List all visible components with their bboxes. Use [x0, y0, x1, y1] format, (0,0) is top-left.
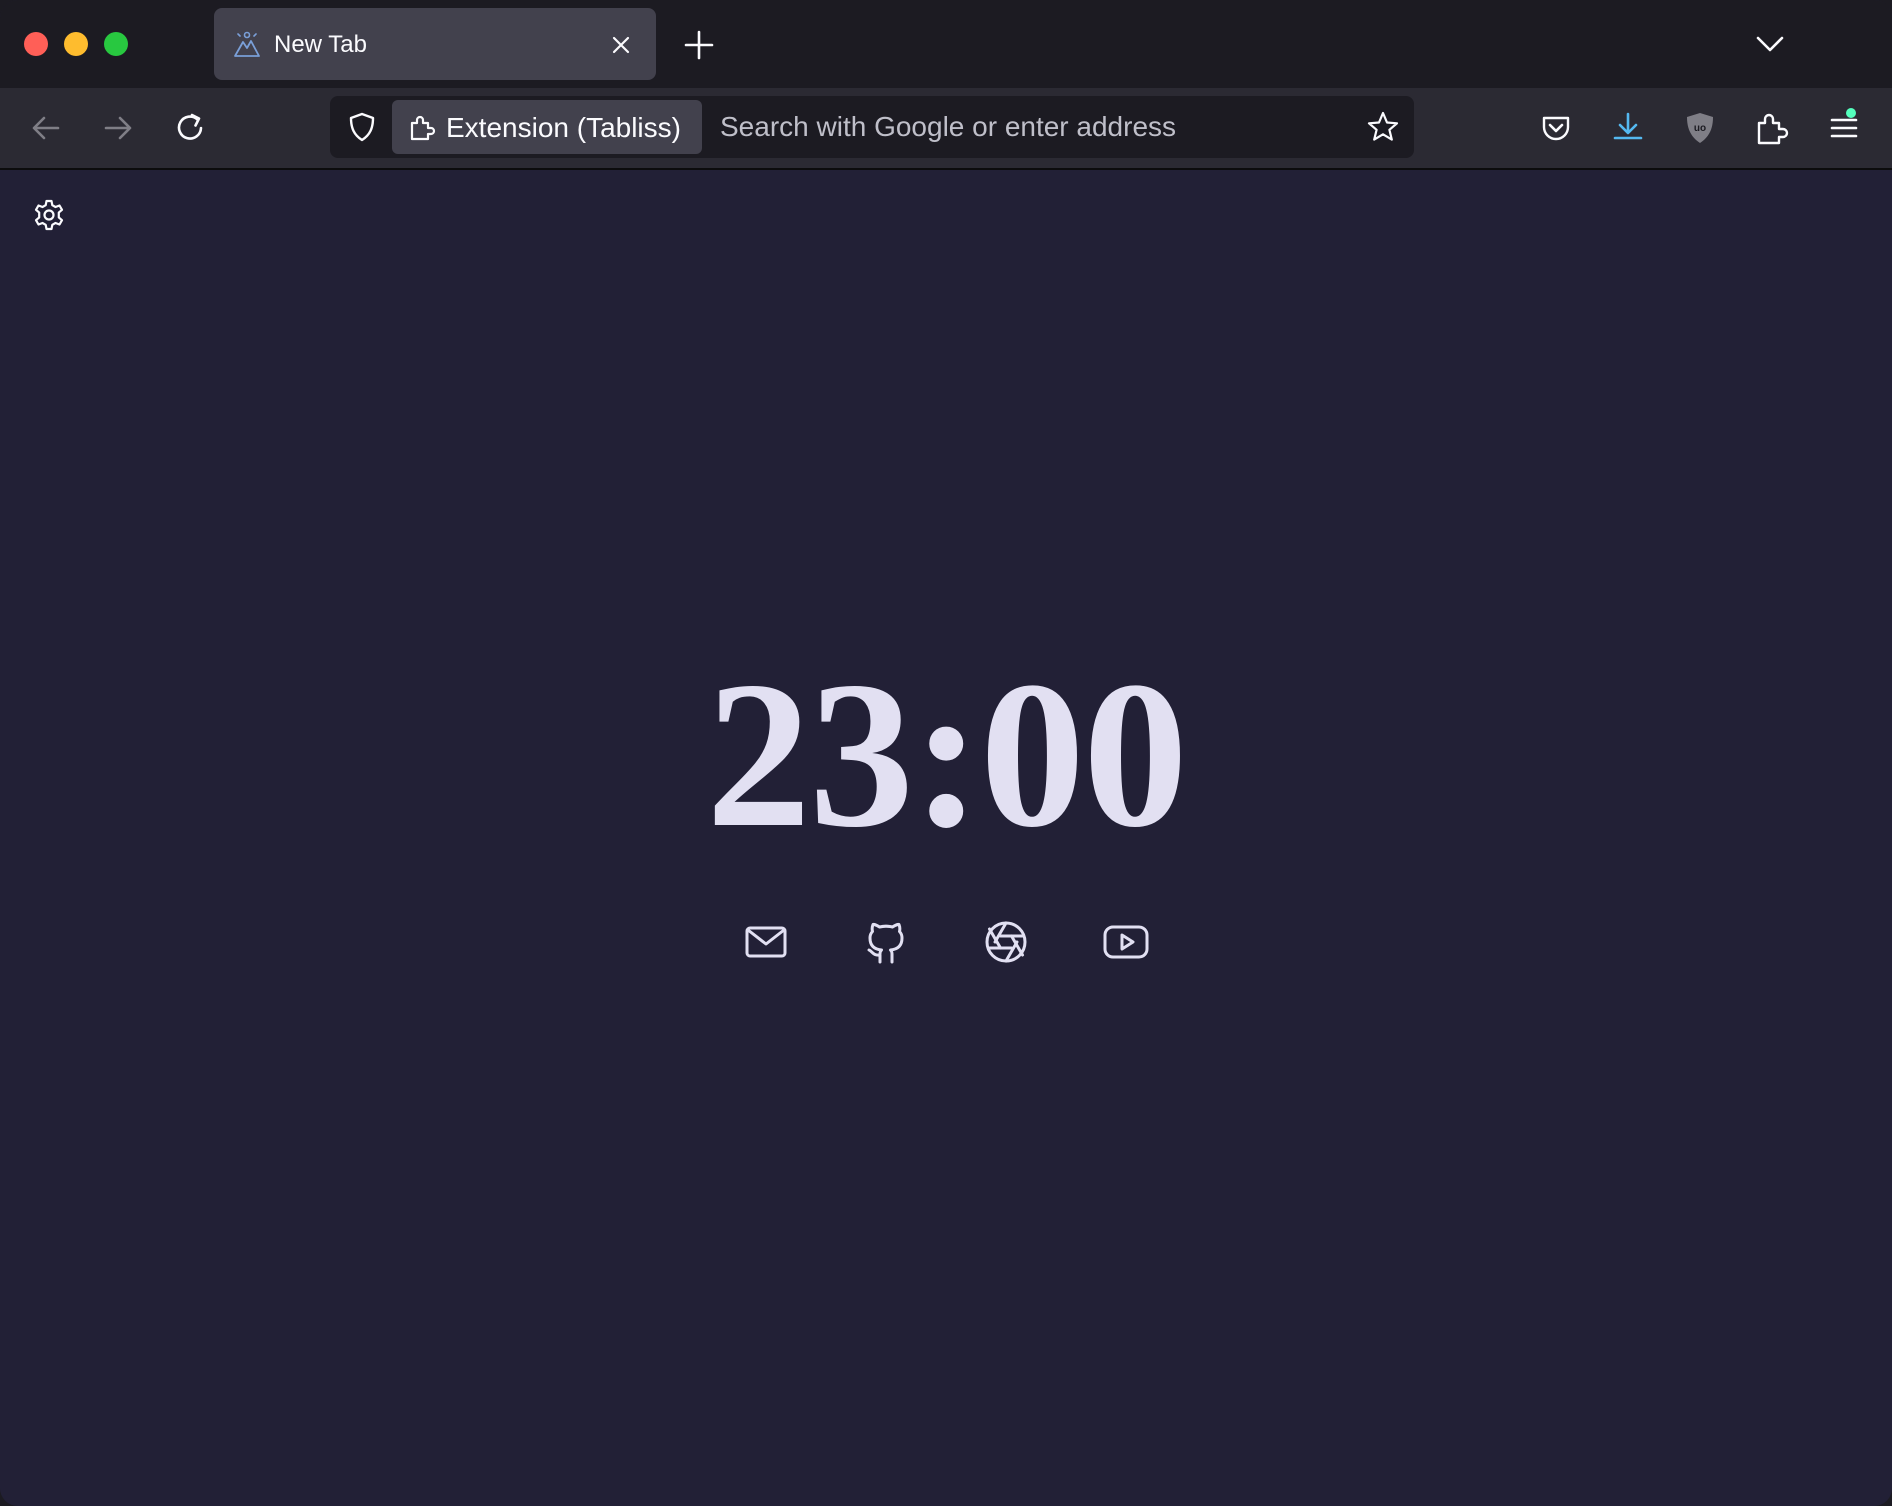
downloads-icon[interactable]: [1610, 110, 1646, 146]
url-bar[interactable]: Extension (Tabliss): [330, 96, 1414, 158]
youtube-icon[interactable]: [1102, 918, 1150, 966]
tab-close-icon[interactable]: [606, 30, 636, 60]
update-badge-dot: [1846, 108, 1856, 118]
reload-icon[interactable]: [172, 110, 208, 146]
browser-window: New Tab Extension (Tabliss) Search with …: [0, 0, 1892, 1506]
tab-new-tab[interactable]: New Tab: [214, 8, 656, 80]
aperture-icon[interactable]: [982, 918, 1030, 966]
window-close-button[interactable]: [24, 32, 48, 56]
hamburger-menu-icon[interactable]: [1826, 110, 1862, 146]
pocket-icon[interactable]: [1538, 110, 1574, 146]
puzzle-icon: [408, 113, 436, 141]
tab-title: New Tab: [274, 31, 367, 58]
tab-strip: New Tab: [0, 0, 1892, 88]
tracking-protection-shield-icon[interactable]: [346, 111, 378, 143]
new-tab-page: 23:00: [0, 170, 1892, 1506]
quick-links: [0, 918, 1892, 966]
tabliss-favicon-icon: [232, 30, 262, 60]
window-maximize-button[interactable]: [104, 32, 128, 56]
extensions-puzzle-icon[interactable]: [1754, 110, 1790, 146]
new-tab-plus-icon[interactable]: [680, 26, 718, 64]
forward-arrow-icon[interactable]: [100, 110, 136, 146]
navigation-toolbar: Extension (Tabliss) uo: [0, 88, 1892, 170]
mail-icon[interactable]: [742, 918, 790, 966]
ublock-shield-icon[interactable]: uo: [1682, 110, 1718, 146]
clock-time: 23:00: [706, 639, 1188, 871]
extension-identity-label: Extension (Tabliss): [446, 112, 681, 143]
back-arrow-icon[interactable]: [28, 110, 64, 146]
window-minimize-button[interactable]: [64, 32, 88, 56]
svg-text:uo: uo: [1694, 123, 1706, 134]
list-all-tabs-chevron-down-icon[interactable]: [1752, 26, 1788, 62]
settings-gear-icon[interactable]: [32, 198, 66, 232]
github-icon[interactable]: [862, 918, 910, 966]
bookmark-star-icon[interactable]: [1366, 110, 1400, 144]
address-input[interactable]: [720, 106, 1340, 148]
extension-identity-chip[interactable]: Extension (Tabliss): [392, 100, 702, 154]
